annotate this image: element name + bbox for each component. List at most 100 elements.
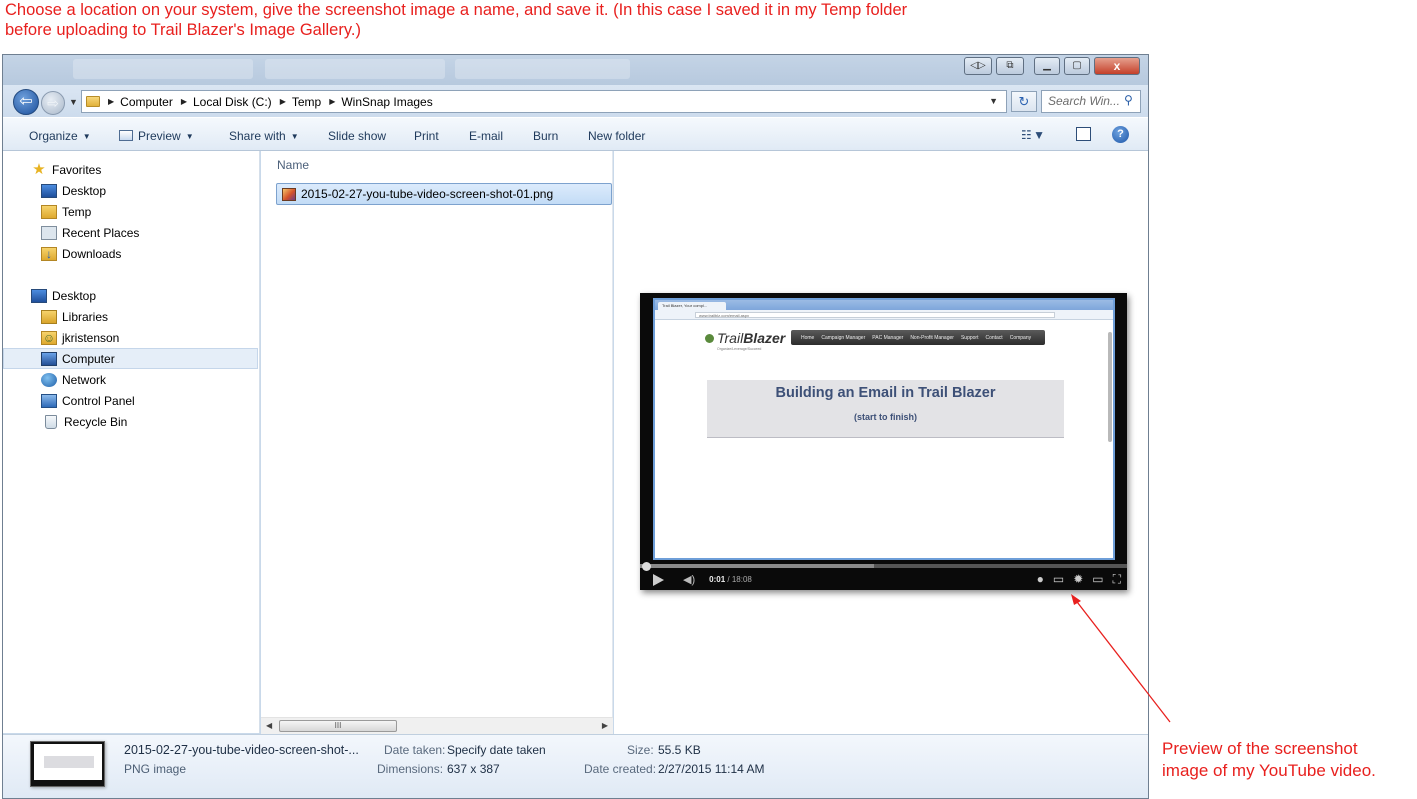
recent-pages-dropdown[interactable]: ▼ [69, 97, 78, 107]
nav-item-recycle-bin[interactable]: Recycle Bin [3, 411, 258, 432]
maximize-button[interactable]: ▢ [1064, 57, 1090, 75]
nav-label: Control Panel [62, 393, 135, 408]
caret-down-icon: ▼ [185, 132, 194, 141]
video-buffered-bar [640, 564, 874, 568]
file-row[interactable]: 2015-02-27-you-tube-video-screen-shot-01… [276, 183, 612, 205]
scroll-right-icon[interactable]: ▶ [602, 721, 608, 730]
nav-item-computer[interactable]: Computer [3, 348, 258, 369]
nav-item-libraries[interactable]: Libraries [3, 306, 258, 327]
video-controls-right: ● ▭ ✹ ▭ ⛶ [1037, 572, 1121, 586]
site-menu-item: Company [1009, 334, 1032, 341]
breadcrumb-temp[interactable]: Temp [292, 95, 321, 109]
date-created-value: 2/27/2015 11:14 AM [658, 762, 765, 776]
chevron-right-icon[interactable]: ▶ [108, 97, 114, 106]
address-bar[interactable]: ▶ Computer ▶ Local Disk (C:) ▶ Temp ▶ WinSna… [81, 90, 1007, 113]
command-bar: Organize ▼ Preview ▼ Share with ▼ Slide sho… [3, 117, 1148, 151]
breadcrumb-computer[interactable]: Computer [120, 95, 173, 109]
thumbnail-page [34, 744, 102, 780]
thumbnail-banner [44, 756, 94, 768]
print-button[interactable]: Print [414, 129, 439, 143]
nav-label: Favorites [52, 162, 102, 177]
change-view-icon[interactable]: ☷ ▼ [1021, 128, 1045, 142]
size-value: 55.5 KB [658, 743, 701, 757]
address-row: ⇦ ⇨ ▼ ▶ Computer ▶ Local Disk (C:) ▶ Temp ▶… [3, 85, 1148, 117]
breadcrumb-local-disk[interactable]: Local Disk (C:) [193, 95, 272, 109]
embedded-browser-window: Trail Blazer, Your compl... www.trailblz… [653, 298, 1115, 560]
recycle-bin-icon [43, 414, 59, 429]
site-menu-item: Campaign Manager [821, 334, 866, 341]
scroll-left-icon[interactable]: ◀ [266, 721, 272, 730]
nav-item-downloads[interactable]: ↓ Downloads [3, 243, 258, 264]
time-current: 0:01 [709, 575, 726, 584]
logo-text-bold: Blazer [743, 330, 786, 346]
preview-button[interactable]: Preview ▼ [119, 129, 194, 143]
title-bar: ◁▷ ⧉ ▁ ▢ x [3, 55, 1148, 85]
nav-favorites-header[interactable]: ★ Favorites [3, 159, 258, 180]
nav-label: Temp [62, 204, 92, 219]
folder-icon [41, 204, 57, 219]
nav-label: Downloads [62, 246, 122, 261]
chevron-right-icon[interactable]: ▶ [181, 97, 187, 106]
nav-item-desktop[interactable]: Desktop [3, 180, 258, 201]
nav-label: Recycle Bin [64, 414, 128, 429]
control-panel-icon [41, 393, 57, 408]
fullscreen-icon: ⛶ [1112, 572, 1121, 586]
nav-item-jkristenson[interactable]: ☺ jkristenson [3, 327, 258, 348]
scrollbar-thumb[interactable]: III [279, 720, 397, 732]
details-file-type: PNG image [124, 762, 187, 776]
minimize-button[interactable]: ▁ [1034, 57, 1060, 75]
preview-pane-toggle-icon[interactable] [1076, 127, 1091, 141]
address-history-dropdown[interactable]: ▼ [989, 96, 998, 106]
search-input[interactable]: Search Win... ⚲ [1041, 90, 1141, 113]
close-button[interactable]: x [1094, 57, 1140, 75]
slide-show-button[interactable]: Slide show [328, 129, 386, 143]
chevron-right-icon[interactable]: ▶ [280, 97, 286, 106]
copy-window-button[interactable]: ⧉ [996, 57, 1024, 75]
browser-tab: Trail Blazer, Your compl... [658, 302, 726, 310]
forward-button[interactable]: ⇨ [41, 91, 65, 115]
site-menu-item: PAC Manager [872, 334, 904, 341]
instruction-line-2: before uploading to Trail Blazer's Image… [5, 21, 361, 39]
file-name: 2015-02-27-you-tube-video-screen-shot-01… [301, 187, 554, 201]
instruction-line-1: Choose a location on your system, give t… [5, 1, 908, 19]
email-button[interactable]: E-mail [469, 129, 503, 143]
breadcrumb-winsnap-images[interactable]: WinSnap Images [341, 95, 432, 109]
new-folder-button[interactable]: New folder [588, 129, 645, 143]
banner-subtitle: (start to finish) [854, 412, 917, 422]
organize-button[interactable]: Organize ▼ [29, 129, 91, 143]
date-taken-value[interactable]: Specify date taken [447, 743, 546, 757]
nav-item-network[interactable]: Network [3, 369, 258, 390]
refresh-button[interactable]: ↻ [1011, 91, 1037, 112]
theater-mode-icon: ▭ [1092, 572, 1104, 586]
play-icon [653, 573, 664, 586]
column-header-name[interactable]: Name [277, 158, 309, 172]
size-label: Size: [627, 743, 654, 757]
nav-item-temp[interactable]: Temp [3, 201, 258, 222]
caret-down-icon: ▼ [82, 132, 91, 141]
trail-blazer-logo: TrailBlazer [705, 330, 785, 346]
back-button[interactable]: ⇦ [13, 89, 39, 115]
chevron-right-icon[interactable]: ▶ [329, 97, 335, 106]
preview-label: Preview [138, 129, 181, 143]
share-with-button[interactable]: Share with ▼ [229, 129, 299, 143]
nav-item-control-panel[interactable]: Control Panel [3, 390, 258, 411]
search-icon[interactable]: ⚲ [1124, 94, 1136, 106]
nav-label: Libraries [62, 309, 109, 324]
video-time: 0:01 / 18:08 [709, 575, 752, 584]
background-tab-ghost [73, 59, 253, 79]
nav-item-recent-places[interactable]: Recent Places [3, 222, 258, 243]
horizontal-scrollbar[interactable]: ◀ III ▶ [261, 717, 613, 734]
browser-tab-bar: Trail Blazer, Your compl... [655, 300, 1113, 310]
folder-icon [86, 96, 100, 107]
nav-label: Desktop [52, 288, 97, 303]
back-arrow-icon: ⇦ [19, 93, 33, 110]
help-icon[interactable]: ? [1112, 126, 1129, 143]
snap-left-right-button[interactable]: ◁▷ [964, 57, 992, 75]
preview-annotation-line-1: Preview of the screenshot [1162, 739, 1358, 758]
nav-desktop-header[interactable]: Desktop [3, 285, 258, 306]
file-list-pane: Name 2015-02-27-you-tube-video-screen-sh… [261, 151, 613, 733]
breadcrumb: ▶ Computer ▶ Local Disk (C:) ▶ Temp ▶ WinSna… [106, 95, 439, 109]
settings-gear-icon: ✹ [1073, 572, 1084, 586]
burn-button[interactable]: Burn [533, 129, 558, 143]
site-menu-item: Home [801, 334, 815, 341]
